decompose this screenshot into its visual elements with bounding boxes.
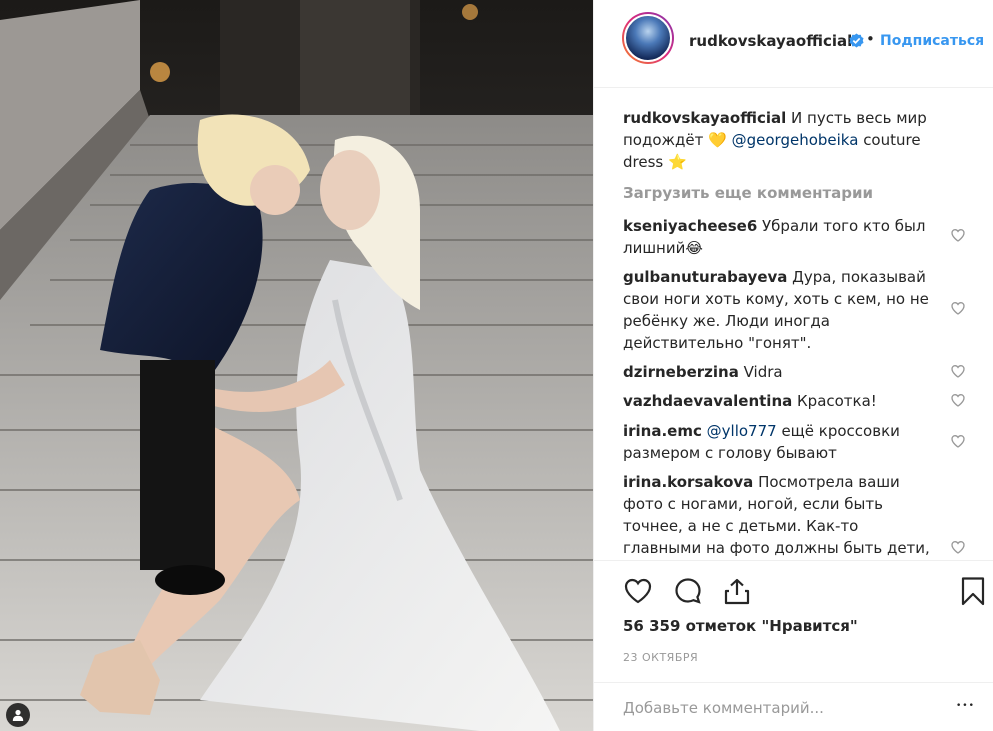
comments-list[interactable]: rudkovskayaofficial И пусть весь мир под… — [594, 89, 993, 561]
comment-username[interactable]: irina.emc — [623, 422, 702, 440]
comment-item: irina.emc @yllo777 ещё кроссовки размеро… — [623, 420, 939, 464]
comment-mention[interactable]: @yllo777 — [702, 422, 777, 440]
caption-mention[interactable]: @georgehobeika — [732, 131, 859, 149]
header-username[interactable]: rudkovskayaofficial — [689, 32, 852, 50]
comment-like-heart-icon[interactable] — [950, 539, 966, 555]
caption-star-emoji: ⭐ — [668, 153, 687, 171]
comment-like-heart-icon[interactable] — [950, 433, 966, 449]
post-sidebar: rudkovskayaofficial • Подписаться rudkov… — [593, 0, 993, 731]
person-tag-glyph — [12, 709, 24, 721]
comment-bubble-icon[interactable] — [673, 576, 703, 606]
header-dot: • — [866, 30, 875, 48]
add-comment-bar: ••• — [594, 682, 993, 731]
caption-username[interactable]: rudkovskayaofficial — [623, 109, 786, 127]
comment-item: dzirneberzina Vidra — [623, 361, 939, 383]
avatar-image — [624, 14, 672, 62]
likes-count[interactable]: 56 359 отметок "Нравится" — [623, 617, 858, 635]
caption-heart-emoji: 💛 — [708, 131, 727, 149]
comment-like-heart-icon[interactable] — [950, 392, 966, 408]
comment-username[interactable]: gulbanuturabayeva — [623, 268, 787, 286]
avatar[interactable] — [622, 12, 674, 64]
comment-like-heart-icon[interactable] — [950, 300, 966, 316]
comment-item: vazhdaevavalentina Красотка! — [623, 390, 939, 412]
person-tag-icon[interactable] — [6, 703, 30, 727]
bookmark-icon[interactable] — [958, 576, 988, 606]
comment-text: Красотка! — [792, 392, 877, 410]
post-actions — [594, 562, 993, 622]
add-comment-input[interactable] — [623, 697, 943, 719]
comment-item: kseniyacheese6 Убрали того кто был лишни… — [623, 215, 939, 259]
comment-like-heart-icon[interactable] — [950, 363, 966, 379]
post-header: rudkovskayaofficial • Подписаться — [594, 0, 993, 88]
post-photo[interactable] — [0, 0, 593, 731]
post-date: 23 ОКТЯБРЯ — [623, 651, 699, 664]
comment-item: gulbanuturabayeva Дура, показывай свои н… — [623, 266, 939, 354]
post-caption: rudkovskayaofficial И пусть весь мир под… — [623, 107, 943, 173]
comment-username[interactable]: dzirneberzina — [623, 363, 739, 381]
more-options-icon[interactable]: ••• — [956, 701, 980, 713]
verified-badge-icon — [849, 33, 864, 48]
comment-username[interactable]: kseniyacheese6 — [623, 217, 757, 235]
comment-text: Vidra — [738, 363, 783, 381]
comment-like-heart-icon[interactable] — [950, 227, 966, 243]
share-upload-icon[interactable] — [722, 576, 752, 606]
follow-button[interactable]: Подписаться — [880, 33, 993, 49]
comment-username[interactable]: vazhdaevavalentina — [623, 392, 792, 410]
load-more-comments-button[interactable]: Загрузить еще комментарии — [623, 184, 873, 202]
comment-item: irina.korsakova Посмотрела ваши фото с н… — [623, 471, 939, 559]
heart-icon[interactable] — [623, 576, 653, 606]
comment-username[interactable]: irina.korsakova — [623, 473, 753, 491]
photo-scene — [0, 0, 593, 731]
